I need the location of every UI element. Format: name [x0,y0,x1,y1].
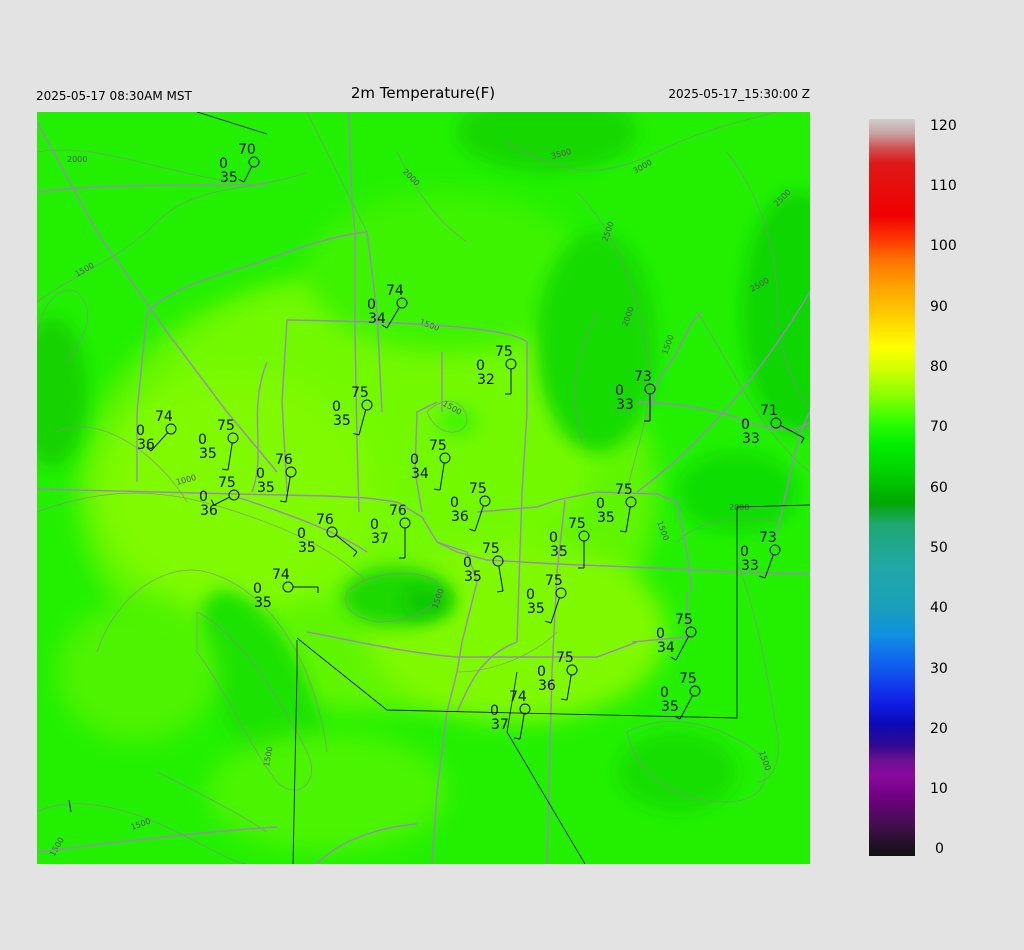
station-temperature: 75 [545,573,563,589]
station-temperature: 75 [615,482,633,498]
station-temperature: 75 [218,475,236,491]
colorbar-label: 90 [930,299,948,315]
station-temperature: 75 [482,541,500,557]
station-dewpoint: 33 [616,397,634,413]
station-dewpoint: 37 [491,717,509,733]
colorbar-label: 70 [930,419,948,435]
station-temperature: 74 [509,689,527,705]
station-dewpoint: 35 [597,510,615,526]
station-dewpoint: 34 [368,311,386,327]
station-dewpoint: 36 [137,437,155,453]
colorbar-label: 80 [930,359,948,375]
station-temperature: 75 [429,438,447,454]
colorbar-label: 40 [930,600,948,616]
station-dewpoint: 36 [451,509,469,525]
station-dewpoint: 37 [371,531,389,547]
station-temperature: 76 [389,503,407,519]
station-dewpoint: 36 [538,678,556,694]
contour-label: 2000 [729,503,749,512]
station-dewpoint: 36 [200,503,218,519]
station-dewpoint: 35 [257,480,275,496]
station-dewpoint: 32 [477,372,495,388]
station-dewpoint: 34 [657,640,675,656]
colorbar-label: 20 [930,721,948,737]
colorbar-label: 30 [930,661,948,677]
station-dewpoint: 35 [220,170,238,186]
temperature-map: 2000 2000 3500 3000 2500 2500 2500 2000 … [37,112,810,864]
contour-label: 2000 [67,155,87,164]
station-temperature: 74 [272,567,290,583]
colorbar-label: 120 [930,118,957,134]
station-temperature: 71 [760,403,778,419]
station-dewpoint: 35 [661,699,679,715]
station-dewpoint: 35 [254,595,272,611]
colorbar-label: 10 [930,781,948,797]
temperature-colorbar [869,119,915,856]
station-dewpoint: 35 [464,569,482,585]
station-temperature: 73 [634,369,652,385]
colorbar-label: 60 [930,480,948,496]
map-title: 2m Temperature(F) [350,84,496,102]
station-temperature: 70 [238,142,256,158]
station-temperature: 75 [556,650,574,666]
local-time-label: 2025-05-17 08:30AM MST [36,89,192,103]
colorbar-label: 110 [930,178,957,194]
colorbar-label: 100 [930,238,957,254]
station-temperature: 76 [316,512,334,528]
station-temperature: 74 [386,283,404,299]
station-dewpoint: 34 [411,466,429,482]
station-dewpoint: 35 [333,413,351,429]
station-temperature: 75 [675,612,693,628]
colorbar-label: 50 [930,540,948,556]
station-dewpoint: 35 [527,601,545,617]
station-dewpoint: 35 [298,540,316,556]
station-temperature: 75 [568,516,586,532]
station-temperature: 75 [679,671,697,687]
colorbar-label: 0 [935,841,944,857]
station-temperature: 76 [275,452,293,468]
station-dewpoint: 33 [742,431,760,447]
station-dewpoint: 33 [741,558,759,574]
station-dewpoint: 35 [550,544,568,560]
station-temperature: 75 [469,481,487,497]
utc-time-label: 2025-05-17_15:30:00 Z [668,87,810,101]
station-temperature: 75 [495,344,513,360]
station-temperature: 73 [759,530,777,546]
station-temperature: 74 [155,409,173,425]
station-temperature: 75 [217,418,235,434]
station-temperature: 75 [351,385,369,401]
station-dewpoint: 35 [199,446,217,462]
